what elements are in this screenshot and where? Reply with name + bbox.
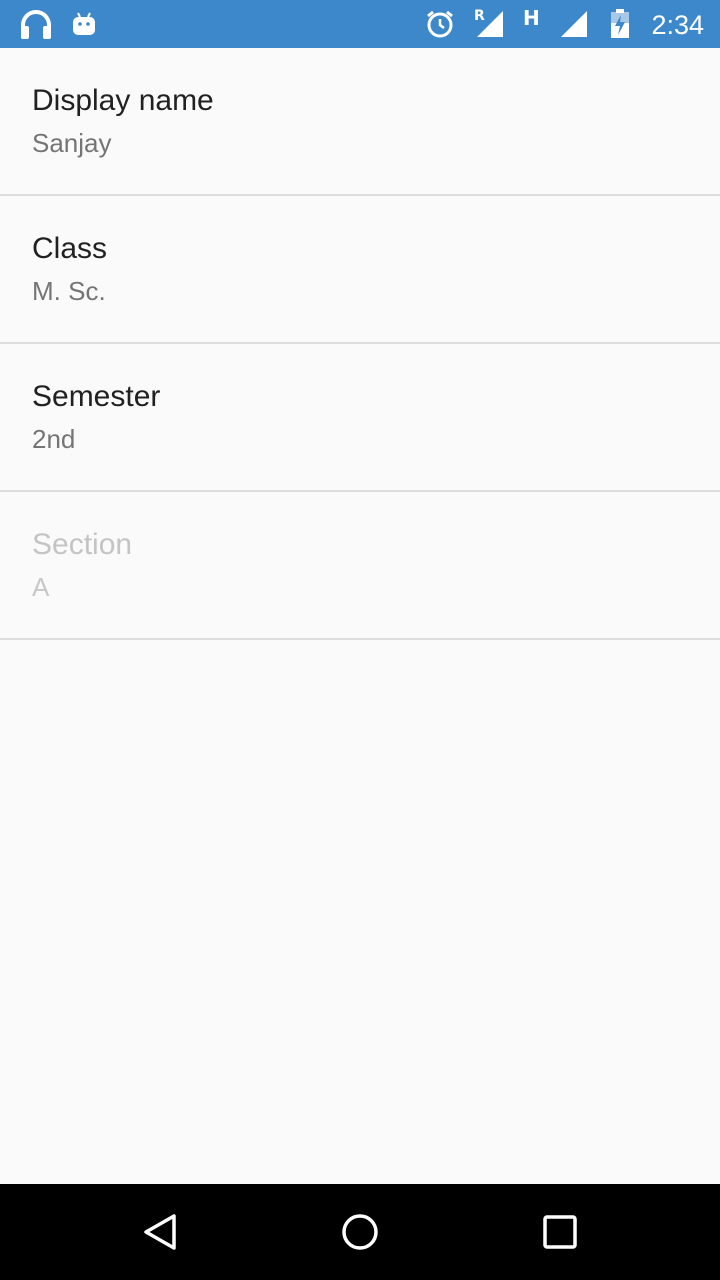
pref-summary: Sanjay — [32, 128, 112, 158]
pref-display-name[interactable]: Display name Sanjay — [0, 48, 720, 196]
home-button[interactable] — [300, 1184, 420, 1280]
pref-section: Section A — [0, 492, 720, 640]
android-notification-icon — [70, 0, 98, 48]
pref-title: Class — [32, 232, 108, 265]
back-icon — [144, 1214, 176, 1250]
pref-semester[interactable]: Semester 2nd — [0, 344, 720, 492]
battery-charging-icon — [608, 0, 632, 48]
alarm-icon — [424, 0, 456, 48]
pref-class[interactable]: Class M. Sc. — [0, 196, 720, 344]
home-icon — [342, 1214, 378, 1250]
back-button[interactable] — [100, 1184, 220, 1280]
network-type-label: H — [523, 6, 540, 30]
recents-button[interactable] — [500, 1184, 620, 1280]
signal-icon — [556, 0, 590, 48]
headphones-icon — [18, 0, 54, 48]
pref-summary: A — [32, 572, 50, 602]
recents-icon — [543, 1215, 577, 1249]
roaming-label: R — [474, 8, 485, 24]
navigation-bar — [0, 1184, 720, 1280]
pref-title: Section — [32, 528, 133, 561]
preferences-list: Display name Sanjay Class M. Sc. Semeste… — [0, 48, 720, 640]
pref-summary: M. Sc. — [32, 276, 106, 306]
pref-title: Semester — [32, 380, 161, 413]
status-bar: R H 2:34 — [0, 0, 720, 48]
pref-summary: 2nd — [32, 424, 76, 454]
pref-title: Display name — [32, 84, 214, 117]
status-time: 2:34 — [651, 10, 704, 40]
